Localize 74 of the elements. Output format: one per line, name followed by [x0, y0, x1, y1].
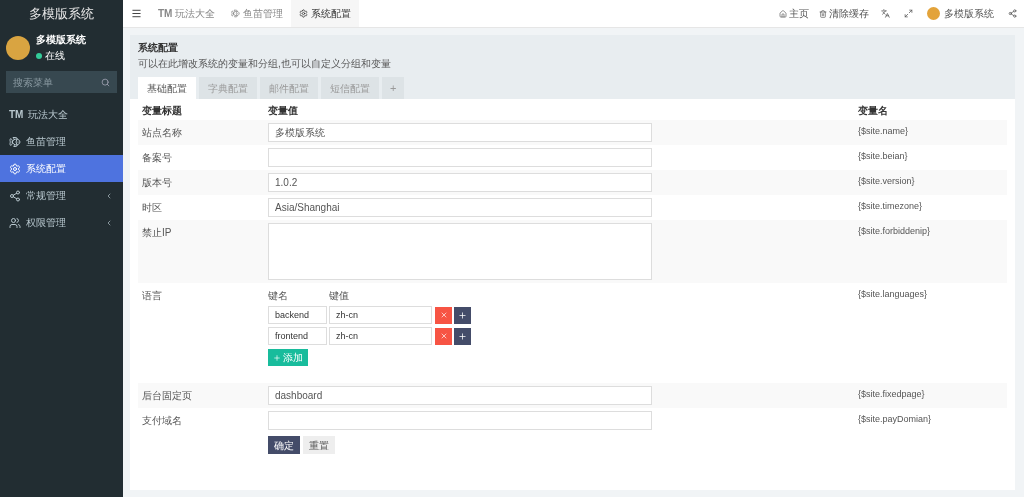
value-field[interactable]: zh-cn — [329, 306, 432, 324]
nav-tab[interactable]: TM 玩法大全 — [150, 0, 224, 27]
translate-icon[interactable] — [881, 9, 890, 18]
sidebar-item-label: 常规管理 — [26, 189, 67, 203]
value-field[interactable]: 1.0.2 — [268, 173, 652, 192]
menu-search-field[interactable]: 搜索菜单 — [6, 71, 117, 93]
home-link[interactable]: 主页 — [774, 6, 814, 21]
user-status: 在线 — [45, 49, 65, 63]
home-icon — [779, 9, 787, 18]
row-title: 版本号 — [141, 176, 173, 190]
row-title: 时区 — [141, 201, 163, 215]
panel-description: 可以在此增改系统的变量和分组,也可以自定义分组和变量 — [138, 57, 392, 71]
users-icon — [9, 216, 21, 229]
value-field[interactable] — [268, 148, 652, 167]
variable-name: {$site.beian} — [858, 150, 908, 163]
clear-cache-link[interactable]: 清除缓存 — [814, 6, 874, 21]
value-header: 键值 — [329, 289, 349, 303]
close-icon — [439, 311, 448, 319]
key-field[interactable]: frontend — [268, 327, 327, 345]
value-field[interactable] — [268, 411, 652, 430]
sidebar-item-label: 系统配置 — [26, 162, 67, 176]
config-tab[interactable]: 基础配置 — [138, 77, 196, 99]
avatar — [927, 7, 940, 20]
menu-icon: TM — [9, 107, 24, 122]
fullscreen-icon[interactable] — [904, 9, 913, 18]
variable-name: {$site.payDomian} — [858, 413, 932, 426]
sidebar-item-label: 玩法大全 — [28, 108, 70, 122]
value-field[interactable]: 多模版系统 — [268, 123, 652, 142]
sidebar-item[interactable]: 系统配置 — [0, 155, 123, 182]
row-title: 语言 — [141, 289, 163, 303]
variable-name: {$site.fixedpage} — [858, 388, 925, 401]
sidebar-item-label: 鱼苗管理 — [26, 135, 67, 149]
avatar — [6, 35, 30, 60]
variable-name: {$site.version} — [858, 175, 915, 188]
add-button[interactable] — [454, 306, 471, 324]
variable-name: {$site.timezone} — [858, 200, 923, 213]
share-icon — [9, 189, 21, 202]
variable-name: {$site.languages} — [858, 288, 928, 301]
user-menu[interactable]: 多模版系统 — [920, 6, 1001, 21]
plus-icon — [273, 353, 281, 362]
row-title: 禁止IP — [141, 226, 173, 240]
variable-name: {$site.forbiddenip} — [858, 225, 931, 238]
plus-icon — [458, 331, 467, 341]
sidebar-item-label: 权限管理 — [26, 216, 67, 230]
plus-icon — [458, 310, 467, 320]
sidebar-item[interactable]: 权限管理 — [0, 209, 123, 236]
nav-tab[interactable]: 系统配置 — [291, 0, 360, 27]
nav-tab[interactable]: 鱼苗管理 — [223, 0, 292, 27]
menu-icon[interactable] — [131, 8, 142, 19]
sidebar-item[interactable]: 常规管理 — [0, 182, 123, 209]
sidebar-item[interactable]: 鱼苗管理 — [0, 128, 123, 155]
trash-icon — [819, 9, 827, 18]
app-title: 多模版系统 — [28, 5, 95, 24]
add-button[interactable] — [454, 327, 471, 345]
value-field[interactable]: Asia/Shanghai — [268, 198, 652, 217]
submit-button[interactable]: 确定 — [268, 436, 300, 454]
close-icon — [439, 332, 448, 340]
sidebar-item[interactable]: TM 玩法大全 — [0, 101, 123, 128]
row-title: 站点名称 — [141, 126, 183, 140]
column-header: 变量标题 — [141, 104, 183, 118]
user-name: 多模版系统 — [36, 33, 86, 47]
search-icon — [101, 78, 110, 87]
row-title: 支付域名 — [141, 414, 183, 428]
key-field[interactable]: backend — [268, 306, 327, 324]
reset-button[interactable]: 重置 — [303, 436, 335, 454]
value-field[interactable]: zh-cn — [329, 327, 432, 345]
panel-title: 系统配置 — [138, 41, 179, 55]
column-header: 变量值 — [268, 104, 299, 118]
key-header: 键名 — [268, 289, 289, 303]
column-header: 变量名 — [858, 104, 888, 118]
variable-name: {$site.name} — [858, 125, 909, 138]
value-field[interactable]: dashboard — [268, 386, 652, 405]
row-title: 后台固定页 — [141, 389, 193, 403]
row-title: 备案号 — [141, 151, 173, 165]
